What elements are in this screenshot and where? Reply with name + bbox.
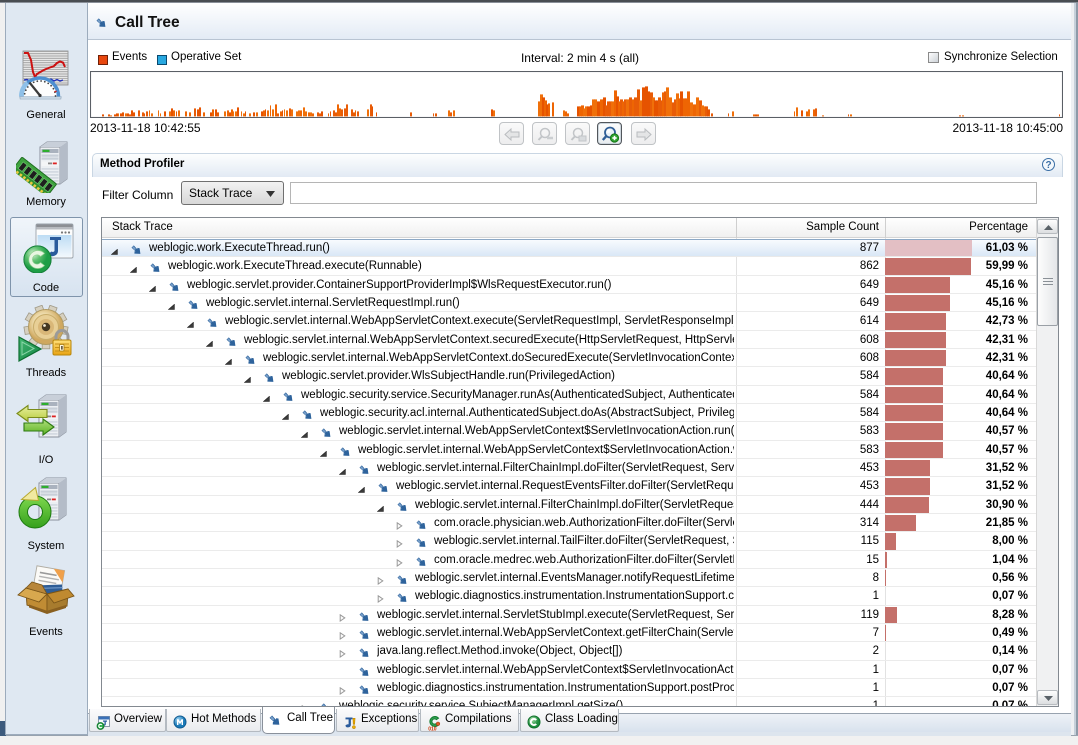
- svg-text:010: 010: [428, 727, 437, 731]
